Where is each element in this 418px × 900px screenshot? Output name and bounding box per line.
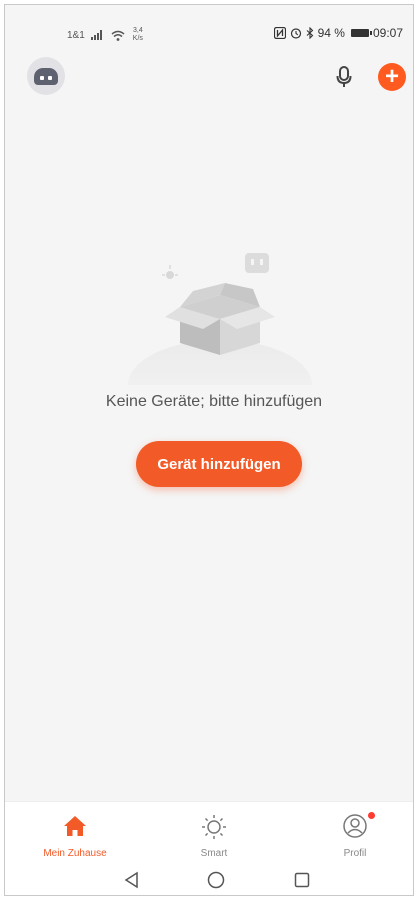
tab-home[interactable]: Mein Zuhause	[25, 802, 125, 862]
speed-unit: K/s	[132, 35, 143, 42]
empty-state-message: Keine Geräte; bitte hinzufügen	[105, 393, 323, 410]
clock: 09:07	[372, 26, 403, 40]
home-avatar-button[interactable]	[27, 57, 65, 95]
voice-button[interactable]	[331, 63, 357, 91]
tab-home-label: Mein Zuhause	[43, 848, 107, 859]
status-bar: 1&1 3,4 K/s 94 % 09:07	[5, 5, 413, 57]
network-speed: 3,4 K/s	[133, 27, 143, 43]
empty-box-illustration	[128, 253, 312, 385]
notification-badge	[368, 812, 375, 819]
back-button[interactable]	[119, 869, 145, 891]
status-left: 1&1 3,4 K/s	[67, 27, 143, 43]
square-icon	[294, 872, 310, 888]
bluetooth-icon	[306, 27, 313, 39]
wifi-icon	[111, 30, 125, 41]
bottom-tab-bar: Mein Zuhause Smart Profil	[5, 801, 413, 862]
microphone-icon	[336, 66, 352, 87]
circle-icon	[207, 871, 225, 889]
plug-icon	[245, 253, 269, 273]
home-nav-button[interactable]	[203, 869, 229, 891]
plus-icon: +	[384, 63, 399, 90]
tab-smart-label: Smart	[200, 848, 228, 859]
sun-icon	[202, 815, 226, 839]
status-right: 94 % 09:07	[273, 26, 403, 40]
signal-icon	[90, 30, 102, 40]
add-button[interactable]: +	[378, 63, 406, 91]
nfc-icon	[273, 27, 286, 39]
app-screen: 1&1 3,4 K/s 94 % 09:07 + Keine Geräte; b…	[4, 4, 414, 896]
alarm-icon	[290, 28, 301, 39]
home-icon	[64, 816, 86, 836]
battery-percent: 94 %	[317, 26, 345, 40]
bulb-icon	[162, 265, 178, 279]
recents-button[interactable]	[289, 869, 315, 891]
add-device-button[interactable]: Gerät hinzufügen	[136, 441, 302, 487]
profile-icon	[343, 814, 367, 838]
battery-icon	[350, 29, 372, 37]
tab-smart[interactable]: Smart	[164, 802, 264, 862]
tab-profile-label: Profil	[343, 848, 367, 859]
robot-avatar-icon	[34, 67, 58, 85]
tab-profile[interactable]: Profil	[305, 802, 405, 862]
system-nav-bar	[5, 861, 413, 895]
back-icon	[124, 871, 138, 889]
carrier-label: 1&1	[67, 29, 85, 41]
speed-value: 3,4	[132, 27, 143, 34]
